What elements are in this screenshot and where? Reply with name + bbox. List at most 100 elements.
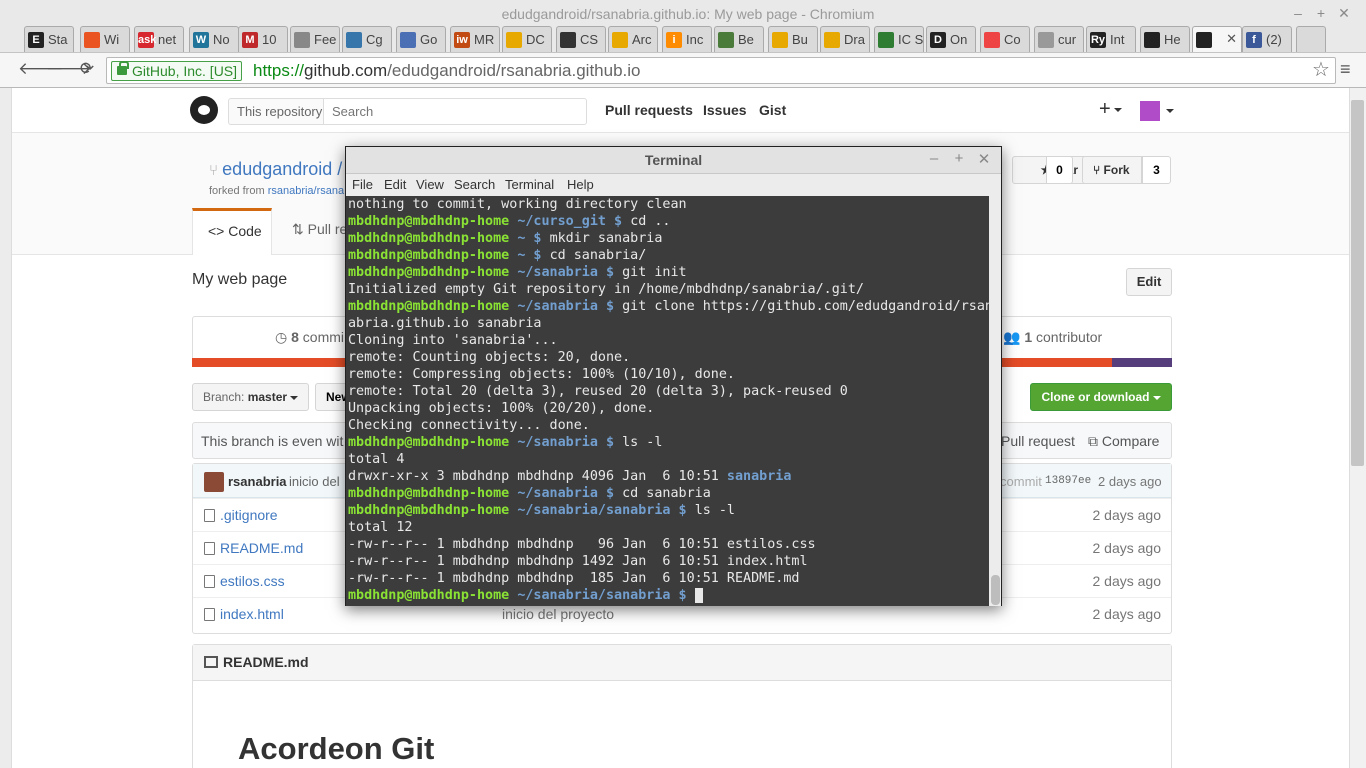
browser-menu-icon[interactable]: ≡	[1340, 59, 1351, 80]
file-icon	[204, 509, 215, 522]
browser-tab[interactable]: Bu	[768, 26, 818, 52]
browser-toolbar: 🡐 🡒 ⟳ GitHub, Inc. [US] https://github.c…	[0, 52, 1366, 87]
browser-tab[interactable]: cur	[1034, 26, 1084, 52]
commit-sha[interactable]: 13897ee	[1045, 475, 1091, 487]
clone-download-button[interactable]: Clone or download	[1030, 383, 1172, 411]
file-name[interactable]: README.md	[220, 540, 303, 556]
edit-button[interactable]: Edit	[1126, 268, 1172, 296]
minimize-icon[interactable]: –	[926, 150, 942, 167]
pull-request-link[interactable]: Pull request	[1001, 433, 1075, 449]
new-tab-button[interactable]	[1296, 26, 1326, 52]
terminal-line: -rw-r--r-- 1 mbdhdnp mbdhdnp 185 Jan 6 1…	[348, 570, 799, 587]
file-name[interactable]: .gitignore	[220, 507, 278, 523]
fork-icon: ⑂	[1093, 163, 1104, 177]
browser-tab[interactable]: Wi	[80, 26, 130, 52]
nav-gist[interactable]: Gist	[759, 102, 786, 118]
github-logo-icon[interactable]	[190, 96, 218, 124]
branch-selector[interactable]: Branch: master	[192, 383, 309, 411]
bookmark-star-icon[interactable]: ☆	[1312, 57, 1330, 82]
tab-label: Dra	[844, 32, 865, 47]
browser-tab[interactable]: He	[1140, 26, 1190, 52]
chevron-down-icon[interactable]	[1166, 109, 1174, 113]
file-icon	[204, 542, 215, 555]
terminal-line: total 12	[348, 519, 413, 536]
browser-tab[interactable]: Ry Int	[1086, 26, 1136, 52]
terminal-output[interactable]: nothing to commit, working directory cle…	[346, 196, 989, 606]
terminal-titlebar[interactable]: Terminal – + ✕	[346, 147, 1001, 174]
browser-tab[interactable]: Co	[980, 26, 1030, 52]
browser-tab[interactable]: W No	[189, 26, 239, 52]
repo-owner-link[interactable]: edudgandroid	[222, 159, 332, 179]
browser-tab[interactable]: DC	[502, 26, 552, 52]
commit-message[interactable]: inicio del	[289, 474, 340, 489]
maximize-icon[interactable]: +	[951, 150, 967, 167]
forward-icon[interactable]: 🡒	[46, 59, 92, 79]
menu-edit[interactable]: Edit	[384, 177, 406, 192]
browser-tab[interactable]: iw MR	[450, 26, 500, 52]
forked-from-link[interactable]: rsanabria/rsana	[268, 185, 344, 197]
browser-tab[interactable]: Arc	[608, 26, 658, 52]
user-avatar[interactable]	[1140, 101, 1160, 121]
browser-tab[interactable]: Be	[714, 26, 764, 52]
compare-link[interactable]: ⧉ Compare	[1088, 433, 1159, 450]
nav-issues[interactable]: Issues	[703, 102, 747, 118]
browser-tab[interactable]: E Sta	[24, 26, 74, 52]
create-new-icon[interactable]: +	[1099, 98, 1122, 121]
tab-favicon-icon	[878, 31, 894, 48]
url-text[interactable]: https://github.com/edudgandroid/rsanabri…	[253, 61, 641, 81]
clone-label: Clone or download	[1041, 390, 1150, 404]
tab-pull-requests[interactable]: ⇅ Pull re	[292, 221, 347, 238]
file-message[interactable]: inicio del proyecto	[502, 606, 614, 622]
command-text: git init	[622, 265, 687, 280]
close-window-icon[interactable]: ✕	[1336, 5, 1352, 22]
history-icon: ◷	[275, 329, 292, 345]
security-indicator[interactable]: GitHub, Inc. [US]	[111, 61, 243, 81]
close-tab-icon[interactable]: ✕	[1226, 31, 1237, 47]
tab-label: Wi	[104, 32, 120, 47]
menu-terminal[interactable]: Terminal	[505, 177, 554, 192]
address-bar[interactable]: GitHub, Inc. [US] https://github.com/edu…	[106, 57, 1336, 84]
browser-tab[interactable]: f (2)	[1242, 26, 1292, 52]
commits-link[interactable]: ◷ 8 commi	[275, 329, 344, 346]
fork-button[interactable]: ⑂ Fork	[1082, 156, 1142, 184]
maximize-icon[interactable]: +	[1313, 5, 1329, 21]
reload-icon[interactable]: ⟳	[75, 59, 99, 79]
browser-tab[interactable]: CS	[556, 26, 606, 52]
commit-author-avatar[interactable]	[204, 472, 224, 492]
browser-tab[interactable]: Go	[396, 26, 446, 52]
search-scope-label: This repository	[228, 98, 323, 125]
browser-tab[interactable]: D On	[926, 26, 976, 52]
contributors-link[interactable]: 👥 1 contributor	[1003, 329, 1102, 346]
file-name[interactable]: estilos.css	[220, 573, 285, 589]
tab-label: Sta	[48, 32, 68, 47]
menu-file[interactable]: File	[352, 177, 373, 192]
browser-tab[interactable]: ✕	[1192, 26, 1242, 52]
close-icon[interactable]: ✕	[976, 150, 992, 168]
menu-help[interactable]: Help	[567, 177, 594, 192]
back-icon[interactable]: 🡐	[18, 59, 64, 79]
menu-search[interactable]: Search	[454, 177, 495, 192]
browser-tab[interactable]: M 10	[238, 26, 288, 52]
tab-favicon-icon: f	[1246, 31, 1262, 48]
nav-pull-requests[interactable]: Pull requests	[605, 102, 693, 118]
browser-tab[interactable]: i Inc	[662, 26, 712, 52]
tab-code[interactable]: <> Code	[192, 208, 272, 255]
search-input[interactable]	[323, 98, 587, 125]
browser-tab[interactable]: Fee	[290, 26, 340, 52]
browser-tab[interactable]: Cg	[342, 26, 392, 52]
tab-favicon-icon: M	[242, 31, 258, 48]
commit-author[interactable]: rsanabria	[228, 474, 287, 489]
star-count[interactable]: 0	[1046, 156, 1073, 184]
menu-view[interactable]: View	[416, 177, 444, 192]
tab-favicon-icon: Ry	[1090, 31, 1106, 48]
browser-tab[interactable]: Dra	[820, 26, 870, 52]
file-name[interactable]: index.html	[220, 606, 284, 622]
terminal-line: remote: Total 20 (delta 3), reused 20 (d…	[348, 383, 848, 400]
minimize-icon[interactable]: –	[1290, 5, 1306, 21]
browser-tab[interactable]: IC S	[874, 26, 924, 52]
terminal-scrollbar[interactable]	[989, 196, 1001, 606]
browser-tab[interactable]: ask net	[134, 26, 184, 52]
terminal-scrollbar-thumb[interactable]	[991, 575, 1000, 605]
page-scrollbar-thumb[interactable]	[1351, 100, 1364, 466]
fork-count[interactable]: 3	[1142, 156, 1171, 184]
